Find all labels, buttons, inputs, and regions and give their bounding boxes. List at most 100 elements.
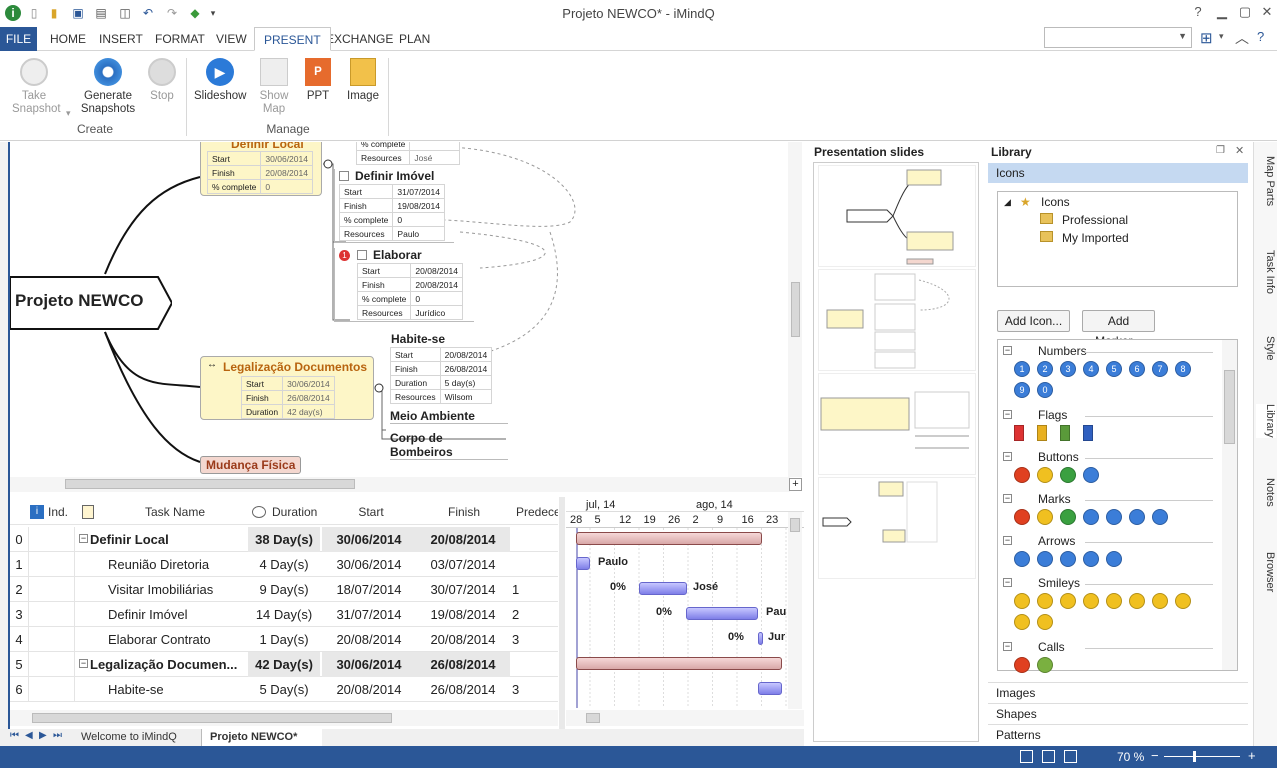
zoom-slider[interactable] <box>1164 756 1240 757</box>
cell-name[interactable]: Visitar Imobiliárias <box>90 577 250 602</box>
cell-finish[interactable]: 26/08/2014 <box>416 652 510 677</box>
mark-icon[interactable] <box>1060 509 1076 525</box>
col-finish[interactable]: Finish <box>418 500 510 525</box>
cell-id[interactable]: 1 <box>10 552 28 577</box>
arrow-icon[interactable] <box>1083 551 1099 567</box>
collapse-icon[interactable]: − <box>79 659 88 668</box>
number-icon[interactable]: 9 <box>1014 382 1030 398</box>
side-tab-style[interactable]: Style <box>1256 336 1276 360</box>
cell-id[interactable]: 6 <box>10 677 28 702</box>
maximize-button[interactable]: ▢ <box>1235 4 1255 22</box>
smiley-icon[interactable] <box>1037 614 1053 630</box>
close-panel-icon[interactable]: ✕ <box>1235 144 1244 157</box>
scroll-thumb[interactable] <box>791 282 800 337</box>
splitter[interactable] <box>559 497 565 729</box>
slide-thumbnail[interactable] <box>818 165 976 267</box>
table-row[interactable]: 6 Habite-se 5 Day(s) 20/08/2014 26/08/2014 3 <box>10 677 558 702</box>
slides-list[interactable] <box>813 162 979 742</box>
mark-icon[interactable] <box>1037 509 1053 525</box>
slide-thumbnail[interactable] <box>818 269 976 371</box>
button-icon[interactable] <box>1083 467 1099 483</box>
map-vertical-scrollbar[interactable] <box>788 142 802 477</box>
tree-item-icons[interactable]: Icons <box>1041 195 1070 209</box>
collapse-icon[interactable]: − <box>1003 642 1012 651</box>
button-icon[interactable] <box>1060 467 1076 483</box>
tab-file[interactable]: FILE <box>0 27 37 51</box>
scroll-thumb[interactable] <box>65 479 355 489</box>
arrow-icon[interactable] <box>1037 551 1053 567</box>
gantt-task-bar[interactable] <box>639 582 687 595</box>
topic-corpo-bombeiros[interactable]: Corpo de Bombeiros <box>390 431 508 460</box>
number-icon[interactable]: 7 <box>1152 361 1168 377</box>
number-icon[interactable]: 4 <box>1083 361 1099 377</box>
topic-elaborar-contrato[interactable]: 1 Elaborar Contrato Start20/08/2014 Fini… <box>334 248 474 322</box>
cell-start[interactable]: 20/08/2014 <box>322 627 416 652</box>
cell-start[interactable]: 20/08/2014 <box>322 677 416 702</box>
cell-finish[interactable]: 20/08/2014 <box>416 627 510 652</box>
zoom-slider-thumb[interactable] <box>1193 751 1196 762</box>
button-icon[interactable] <box>1014 467 1030 483</box>
cell-id[interactable]: 4 <box>10 627 28 652</box>
mark-icon[interactable] <box>1152 509 1168 525</box>
side-tab-browser[interactable]: Browser <box>1256 552 1276 592</box>
slide-thumbnail[interactable] <box>818 477 976 579</box>
library-section-shapes[interactable]: Shapes <box>996 707 1037 721</box>
checkbox-icon[interactable] <box>339 171 349 181</box>
cell-id[interactable]: 0 <box>10 527 28 552</box>
flag-icon[interactable] <box>1014 425 1024 441</box>
sheet-tab-welcome[interactable]: Welcome to iMindQ <box>72 729 202 746</box>
minimize-button[interactable]: ▁ <box>1212 4 1232 22</box>
zoom-in-icon[interactable]: + <box>1248 748 1256 763</box>
cell-pred[interactable]: 2 <box>510 602 558 627</box>
sheet-tab-projeto[interactable]: Projeto NEWCO* <box>202 729 322 746</box>
side-tab-map-parts[interactable]: Map Parts <box>1256 156 1276 206</box>
collapse-icon[interactable]: − <box>1003 578 1012 587</box>
cell-dur[interactable]: 14 Day(s) <box>248 602 320 627</box>
collapse-icon[interactable]: − <box>1003 410 1012 419</box>
number-icon[interactable]: 2 <box>1037 361 1053 377</box>
cell-start[interactable]: 31/07/2014 <box>322 602 416 627</box>
smiley-icon[interactable] <box>1106 593 1122 609</box>
stop-button[interactable]: Stop <box>144 58 180 103</box>
smiley-icon[interactable] <box>1175 593 1191 609</box>
collapse-icon[interactable]: − <box>1003 494 1012 503</box>
grid-horizontal-scrollbar[interactable] <box>10 710 558 726</box>
help-icon[interactable]: ? <box>1188 4 1208 22</box>
mind-map-canvas[interactable]: Projeto NEWCO Definir Local Start 30/06/2… <box>10 142 803 477</box>
smiley-icon[interactable] <box>1129 593 1145 609</box>
icon-gallery[interactable] <box>997 339 1238 671</box>
number-icon[interactable]: 8 <box>1175 361 1191 377</box>
add-marker-button[interactable]: Add Marker... <box>1082 310 1155 348</box>
arrow-icon[interactable] <box>1106 551 1122 567</box>
table-row[interactable]: − 5 Legalização Documen... 42 Day(s) 30/06/2… <box>10 652 558 677</box>
tab-home[interactable]: HOME <box>41 27 95 51</box>
flag-icon[interactable] <box>1083 425 1093 441</box>
gantt-task-bar[interactable] <box>758 682 782 695</box>
collapse-icon[interactable]: − <box>79 534 88 543</box>
tree-item-my-imported[interactable]: My Imported <box>1062 231 1129 245</box>
table-row[interactable]: 2 Visitar Imobiliárias 9 Day(s) 18/07/2014 3… <box>10 577 558 602</box>
tab-insert[interactable]: INSERT <box>90 27 152 51</box>
cell-pred[interactable] <box>510 652 558 677</box>
show-map-button[interactable]: Show Map <box>256 58 292 116</box>
number-icon[interactable]: 6 <box>1129 361 1145 377</box>
arrow-icon[interactable] <box>1014 551 1030 567</box>
icons-tree[interactable]: ◢ ★ Icons Professional My Imported <box>997 191 1238 287</box>
zoom-out-icon[interactable]: − <box>1151 748 1159 763</box>
tree-item-professional[interactable]: Professional <box>1062 213 1128 227</box>
number-icon[interactable]: 5 <box>1106 361 1122 377</box>
number-icon[interactable]: 0 <box>1037 382 1053 398</box>
cell-pred[interactable] <box>510 552 558 577</box>
gantt-horizontal-scrollbar[interactable] <box>566 710 804 726</box>
slide-thumbnail[interactable] <box>818 373 976 475</box>
add-view-icon[interactable]: + <box>789 478 802 491</box>
col-task-name[interactable]: Task Name <box>100 500 250 525</box>
number-icon[interactable]: 1 <box>1014 361 1030 377</box>
last-sheet-icon[interactable]: ⏭ <box>53 730 62 741</box>
cell-start[interactable]: 30/06/2014 <box>322 552 416 577</box>
cell-finish[interactable]: 20/08/2014 <box>416 527 510 552</box>
library-section-images[interactable]: Images <box>996 686 1035 700</box>
tab-present[interactable]: PRESENT <box>254 27 331 51</box>
scroll-thumb[interactable] <box>32 713 392 723</box>
help-circle-icon[interactable]: ? <box>1257 29 1264 44</box>
